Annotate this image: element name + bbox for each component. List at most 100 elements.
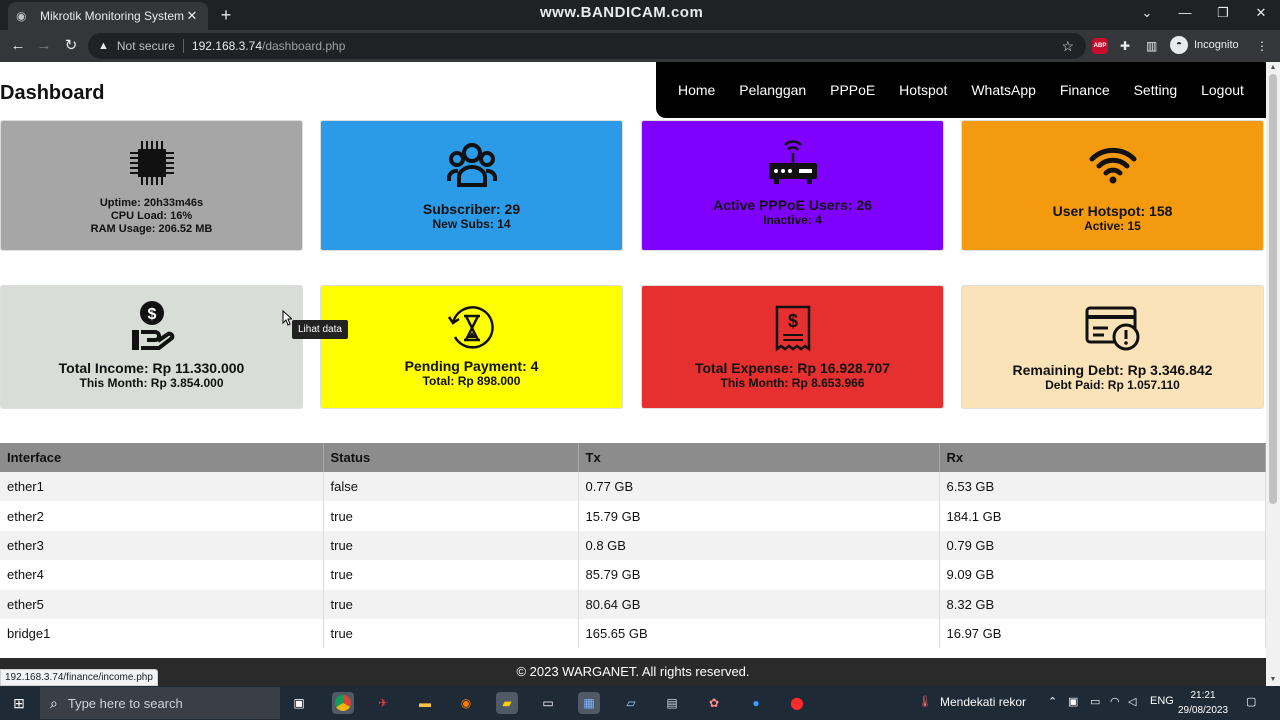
task-view-icon[interactable]: ▣ xyxy=(288,692,310,714)
game-app-icon[interactable]: ✈ xyxy=(372,692,394,714)
paint-icon[interactable]: ✿ xyxy=(703,692,725,714)
column-header-rx[interactable]: Rx xyxy=(939,443,1266,472)
cell-status: true xyxy=(323,560,579,590)
column-header-status[interactable]: Status xyxy=(323,443,579,472)
firefox-icon[interactable]: ◉ xyxy=(455,692,477,714)
cell-tx: 85.79 GB xyxy=(578,560,940,590)
mouse-cursor-icon xyxy=(282,310,292,326)
close-tab-icon[interactable]: ✕ xyxy=(184,8,200,24)
scroll-up-arrow-icon[interactable]: ▲ xyxy=(1266,62,1280,74)
ram-usage-text: RAM Usage: 206.52 MB xyxy=(90,223,213,235)
weather-text[interactable]: Mendekati rekor xyxy=(940,695,1026,709)
column-header-tx[interactable]: Tx xyxy=(578,443,940,472)
volume-icon[interactable]: ◁ xyxy=(1128,695,1136,708)
browser-menu-icon[interactable]: ⋮ xyxy=(1256,38,1268,54)
notepad-icon[interactable]: ▱ xyxy=(620,692,642,714)
browser-app-icon[interactable]: ● xyxy=(745,692,767,714)
hotspot-card[interactable]: User Hotspot: 158 Active: 15 xyxy=(961,120,1264,251)
table-row: bridge1 true 165.65 GB 16.97 GB xyxy=(0,618,1266,649)
cell-interface: ether4 xyxy=(0,560,324,590)
page-scrollbar[interactable]: ▲ ▼ xyxy=(1266,62,1280,686)
terminal-icon[interactable]: ▭ xyxy=(537,692,559,714)
income-card[interactable]: $ Total Income: Rp 11.330.000 This Month… xyxy=(0,285,303,409)
warning-icon[interactable]: ▲ xyxy=(98,40,109,52)
system-card[interactable]: Uptime: 20h33m46s CPU Load: 16% RAM Usag… xyxy=(0,120,303,251)
nav-home[interactable]: Home xyxy=(678,82,715,98)
tab-search-icon[interactable]: ⌄ xyxy=(1128,0,1166,28)
windows-start-icon[interactable]: ⊞ xyxy=(10,694,28,712)
calculator-icon[interactable]: ▤ xyxy=(661,692,683,714)
pppoe-card[interactable]: Active PPPoE Users: 26 Inactive: 4 xyxy=(641,120,944,251)
svg-text:$: $ xyxy=(147,306,156,323)
close-window-button[interactable]: ✕ xyxy=(1242,0,1280,28)
credit-card-alert-icon xyxy=(962,302,1263,354)
income-this-month-text: This Month: Rp 3.854.000 xyxy=(79,376,224,390)
side-panel-icon[interactable]: ▥ xyxy=(1146,38,1157,54)
tab-title: Mikrotik Monitoring System xyxy=(40,9,184,23)
total-expense-text: Total Expense: Rp 16.928.707 xyxy=(694,360,891,376)
subscriber-count: Subscriber: 29 xyxy=(422,201,521,217)
cell-tx: 165.65 GB xyxy=(578,618,940,649)
taskbar-search-placeholder: Type here to search xyxy=(67,695,183,711)
cell-status: true xyxy=(323,589,579,619)
tray-chevron-icon[interactable]: ⌃ xyxy=(1048,695,1057,708)
subscriber-card[interactable]: Subscriber: 29 New Subs: 14 xyxy=(320,120,623,251)
cell-status: false xyxy=(323,472,579,502)
minimize-button[interactable]: — xyxy=(1166,0,1204,28)
adblock-extension-icon[interactable]: ABP xyxy=(1092,38,1108,54)
bandicam-record-icon[interactable]: ⬤ xyxy=(786,692,808,714)
total-income-text: Total Income: Rp 11.330.000 xyxy=(58,360,245,376)
hotspot-user-count: User Hotspot: 158 xyxy=(1052,203,1173,219)
nav-pppoe[interactable]: PPPoE xyxy=(830,82,875,98)
forward-button[interactable]: → xyxy=(34,36,54,56)
expense-card[interactable]: $ Total Expense: Rp 16.928.707 This Mont… xyxy=(641,285,944,409)
reload-button[interactable]: ↻ xyxy=(61,36,81,56)
globe-icon: ◉ xyxy=(16,9,27,23)
column-header-interface[interactable]: Interface xyxy=(0,443,324,472)
taskbar-search-box[interactable]: ⌕ Type here to search xyxy=(40,687,280,719)
remote-desktop-icon[interactable]: ▦ xyxy=(578,692,600,714)
uptime-text: Uptime: 20h33m46s xyxy=(99,197,204,209)
tray-app-icon[interactable]: ▣ xyxy=(1068,695,1078,708)
tooltip: Lihat data xyxy=(292,320,348,339)
address-bar[interactable]: ▲ Not secure 192.168.3.74/dashboard.php … xyxy=(88,33,1086,59)
new-tab-button[interactable]: + xyxy=(216,5,236,25)
nav-setting[interactable]: Setting xyxy=(1134,82,1178,98)
taskbar-clock[interactable]: 21:21 29/08/2023 xyxy=(1178,688,1228,718)
nav-hotspot[interactable]: Hotspot xyxy=(899,82,947,98)
router-icon xyxy=(642,137,943,189)
temperature-icon[interactable]: 🌡 xyxy=(918,695,932,708)
debt-paid-text: Debt Paid: Rp 1.057.110 xyxy=(1045,378,1180,392)
not-secure-label[interactable]: Not secure xyxy=(117,39,175,53)
receipt-icon: $ xyxy=(642,302,943,354)
scroll-down-arrow-icon[interactable]: ▼ xyxy=(1266,674,1280,686)
extensions-puzzle-icon[interactable]: ✚ xyxy=(1120,38,1130,54)
pending-payment-card[interactable]: Pending Payment: 4 Total: Rp 898.000 xyxy=(320,285,623,409)
browser-tab[interactable]: ◉ Mikrotik Monitoring System ✕ xyxy=(8,2,208,30)
notification-icon[interactable]: ▢ xyxy=(1246,695,1256,708)
clock-time: 21:21 xyxy=(1190,690,1216,701)
nav-logout[interactable]: Logout xyxy=(1201,82,1244,98)
url-path: /dashboard.php xyxy=(262,39,346,53)
bookmark-star-icon[interactable]: ☆ xyxy=(1061,38,1074,55)
incognito-profile[interactable]: ◓ Incognito xyxy=(1170,36,1239,54)
language-indicator[interactable]: ENG xyxy=(1150,695,1174,707)
debt-card[interactable]: Remaining Debt: Rp 3.346.842 Debt Paid: … xyxy=(961,285,1264,409)
sticky-notes-icon[interactable]: ▰ xyxy=(496,692,518,714)
cell-rx: 8.32 GB xyxy=(939,589,1266,619)
file-explorer-icon[interactable]: ▬ xyxy=(414,692,436,714)
cell-interface: ether1 xyxy=(0,472,324,502)
battery-icon[interactable]: ▭ xyxy=(1090,695,1100,708)
nav-whatsapp[interactable]: WhatsApp xyxy=(971,82,1036,98)
cell-tx: 0.77 GB xyxy=(578,472,940,502)
wifi-tray-icon[interactable]: ◠ xyxy=(1110,695,1120,708)
scrollbar-thumb[interactable] xyxy=(1269,74,1277,504)
nav-finance[interactable]: Finance xyxy=(1060,82,1110,98)
cell-interface: ether2 xyxy=(0,501,324,531)
chrome-icon[interactable] xyxy=(332,692,354,714)
restore-button[interactable]: ❐ xyxy=(1204,0,1242,28)
back-button[interactable]: ← xyxy=(8,36,28,56)
pending-payment-total: Total: Rp 898.000 xyxy=(422,374,521,388)
table-header-row: Interface Status Tx Rx xyxy=(0,443,1266,472)
nav-pelanggan[interactable]: Pelanggan xyxy=(739,82,806,98)
